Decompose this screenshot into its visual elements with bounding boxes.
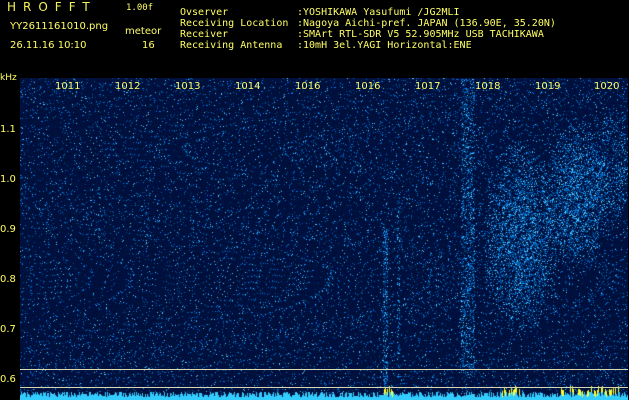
datetime-label: 26.11.16 10:10 [10,40,87,51]
time-label: 1017 [415,81,441,92]
baseline-lower [20,387,628,388]
spectrogram [20,78,628,400]
unit-label: kHz [0,73,17,83]
version-label: 1.00f [126,3,154,13]
freq-label: 0.9 [0,224,16,235]
info-label-location: Receiving Location [180,18,289,29]
freq-label: 0.7 [0,324,16,335]
freq-label: 0.6 [0,374,16,385]
mode-label: meteor [125,26,162,37]
time-label: 1020 [594,81,620,92]
time-label: 1014 [235,81,261,92]
freq-label: 0.8 [0,274,16,285]
info-value-observer: :YOSHIKAWA Yasufumi /JG2MLI [297,7,460,18]
time-label: 1018 [475,81,501,92]
baseline-upper [20,369,628,370]
info-value-receiver: :SMArt RTL-SDR V5 52.905MHz USB TACHIKAW… [297,29,544,40]
freq-label: 1.1 [0,124,16,135]
time-label: 1016 [355,81,381,92]
info-value-location: :Nagoya Aichi-pref. JAPAN (136.90E, 35.2… [297,18,556,29]
freq-label: 1.0 [0,174,16,185]
info-label-antenna: Receiving Antenna [180,40,283,51]
time-label: 1016 [295,81,321,92]
info-label-observer: Ovserver [180,7,229,18]
filename-label: YY2611161010.png [10,21,109,32]
time-label: 1019 [535,81,561,92]
time-label: 1012 [115,81,141,92]
time-label: 1013 [175,81,201,92]
time-label: 1011 [55,81,81,92]
info-value-antenna: :10mH 3el.YAGI Horizontal:ENE [297,40,472,51]
info-label-receiver: Receiver [180,29,229,40]
app-title: HROFFT [7,0,97,14]
meteor-count: 16 [142,40,155,51]
